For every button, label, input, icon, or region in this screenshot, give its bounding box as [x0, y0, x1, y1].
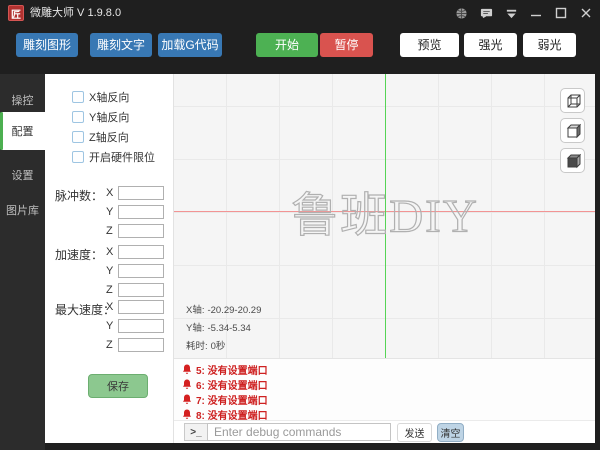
- hw-limit-row: 开启硬件限位: [72, 150, 155, 163]
- toolbar: 雕刻图形 雕刻文字 加载G代码 开始 暂停 预览 强光 弱光: [0, 26, 600, 74]
- y-reverse-checkbox[interactable]: [72, 111, 84, 123]
- accel-z-input[interactable]: [118, 283, 164, 297]
- x-range-status: X轴:-20.29-20.29: [186, 302, 261, 316]
- solid-cube-icon: [565, 153, 581, 169]
- elapsed-time-status: 耗时:0秒: [186, 338, 225, 352]
- maxspeed-y-input[interactable]: [118, 319, 164, 333]
- z-reverse-label: Z轴反向: [89, 129, 129, 145]
- maxspeed-z-input[interactable]: [118, 338, 164, 352]
- bell-icon: [182, 409, 192, 420]
- debug-command-input[interactable]: [207, 423, 391, 441]
- titlebar-icons: [454, 0, 593, 26]
- view-wireframe-button[interactable]: [560, 88, 585, 113]
- sidebar: 操控 配置 设置 图片库: [0, 74, 45, 450]
- accel-y-label: Y: [106, 265, 113, 277]
- start-button[interactable]: 开始: [256, 33, 318, 57]
- pulse-z-label: Z: [106, 225, 113, 237]
- clear-button[interactable]: 清空: [437, 423, 464, 442]
- maximize-button[interactable]: [554, 6, 568, 20]
- error-row: 6: 没有设置端口: [182, 377, 595, 392]
- bell-icon: [182, 364, 192, 375]
- pause-button[interactable]: 暂停: [320, 33, 373, 57]
- load-gcode-button[interactable]: 加载G代码: [158, 33, 222, 57]
- strong-light-button[interactable]: 强光: [464, 33, 517, 57]
- collapse-dropdown-icon[interactable]: [504, 6, 518, 20]
- pulse-x-input[interactable]: [118, 186, 164, 200]
- maxspeed-y-label: Y: [106, 320, 113, 332]
- window-title: 微雕大师 V 1.9.8.0: [30, 0, 121, 26]
- send-button[interactable]: 发送: [397, 423, 432, 442]
- app-logo-icon: 匠: [8, 5, 24, 21]
- accel-y-input[interactable]: [118, 264, 164, 278]
- save-button[interactable]: 保存: [88, 374, 148, 398]
- hw-limit-label: 开启硬件限位: [89, 149, 155, 165]
- pulse-x-label: X: [106, 187, 113, 199]
- maxspeed-z-label: Z: [106, 339, 113, 351]
- accel-z-label: Z: [106, 284, 113, 296]
- config-panel: X轴反向 Y轴反向 Z轴反向 开启硬件限位 脉冲数： X Y Z 加速度： X …: [45, 74, 174, 443]
- z-reverse-row: Z轴反向: [72, 130, 129, 143]
- sidebar-tab-control[interactable]: 操控: [0, 85, 45, 115]
- view-shaded-button[interactable]: [560, 118, 585, 143]
- engrave-text-button[interactable]: 雕刻文字: [90, 33, 152, 57]
- view-solid-button[interactable]: [560, 148, 585, 173]
- hw-limit-checkbox[interactable]: [72, 151, 84, 163]
- engrave-image-button[interactable]: 雕刻图形: [16, 33, 78, 57]
- pulse-group-label: 脉冲数：: [55, 187, 103, 204]
- prompt-icon: >_: [184, 423, 208, 441]
- work-canvas[interactable]: 鲁班DIY X轴:-20.29-20.29 Y轴:-5.34-5.34 耗时:0…: [174, 74, 595, 358]
- weak-light-button[interactable]: 弱光: [523, 33, 576, 57]
- z-reverse-checkbox[interactable]: [72, 131, 84, 143]
- app-window: 匠 微雕大师 V 1.9.8.0 雕刻图形 雕刻文字: [0, 0, 600, 450]
- y-reverse-label: Y轴反向: [89, 109, 129, 125]
- x-reverse-checkbox[interactable]: [72, 91, 84, 103]
- accel-x-label: X: [106, 246, 113, 258]
- globe-icon[interactable]: [454, 6, 468, 20]
- maxspeed-x-label: X: [106, 301, 113, 313]
- accel-x-input[interactable]: [118, 245, 164, 259]
- debug-bar: >_ 发送 清空: [174, 420, 595, 443]
- accel-group-label: 加速度：: [55, 246, 103, 263]
- y-range-status: Y轴:-5.34-5.34: [186, 320, 251, 334]
- preview-button[interactable]: 预览: [400, 33, 459, 57]
- x-reverse-label: X轴反向: [89, 89, 129, 105]
- error-row: 7: 没有设置端口: [182, 392, 595, 407]
- close-button[interactable]: [579, 6, 593, 20]
- minimize-button[interactable]: [529, 6, 543, 20]
- sidebar-tab-gallery[interactable]: 图片库: [0, 195, 45, 225]
- error-row: 5: 没有设置端口: [182, 362, 595, 377]
- x-reverse-row: X轴反向: [72, 90, 129, 103]
- pulse-z-input[interactable]: [118, 224, 164, 238]
- shaded-cube-icon: [565, 123, 581, 139]
- y-reverse-row: Y轴反向: [72, 110, 129, 123]
- message-icon[interactable]: [479, 6, 493, 20]
- watermark-text: 鲁班DIY: [291, 177, 479, 246]
- error-console: 5: 没有设置端口 6: 没有设置端口 7: 没有设置端口 8: 没有设置端口: [174, 358, 595, 420]
- bell-icon: [182, 394, 192, 405]
- wireframe-cube-icon: [565, 93, 581, 109]
- sidebar-tab-settings[interactable]: 设置: [0, 160, 45, 190]
- sidebar-tab-config[interactable]: 配置: [0, 112, 45, 150]
- maxspeed-x-input[interactable]: [118, 300, 164, 314]
- bell-icon: [182, 379, 192, 390]
- title-bar: 匠 微雕大师 V 1.9.8.0: [0, 0, 600, 26]
- pulse-y-label: Y: [106, 206, 113, 218]
- pulse-y-input[interactable]: [118, 205, 164, 219]
